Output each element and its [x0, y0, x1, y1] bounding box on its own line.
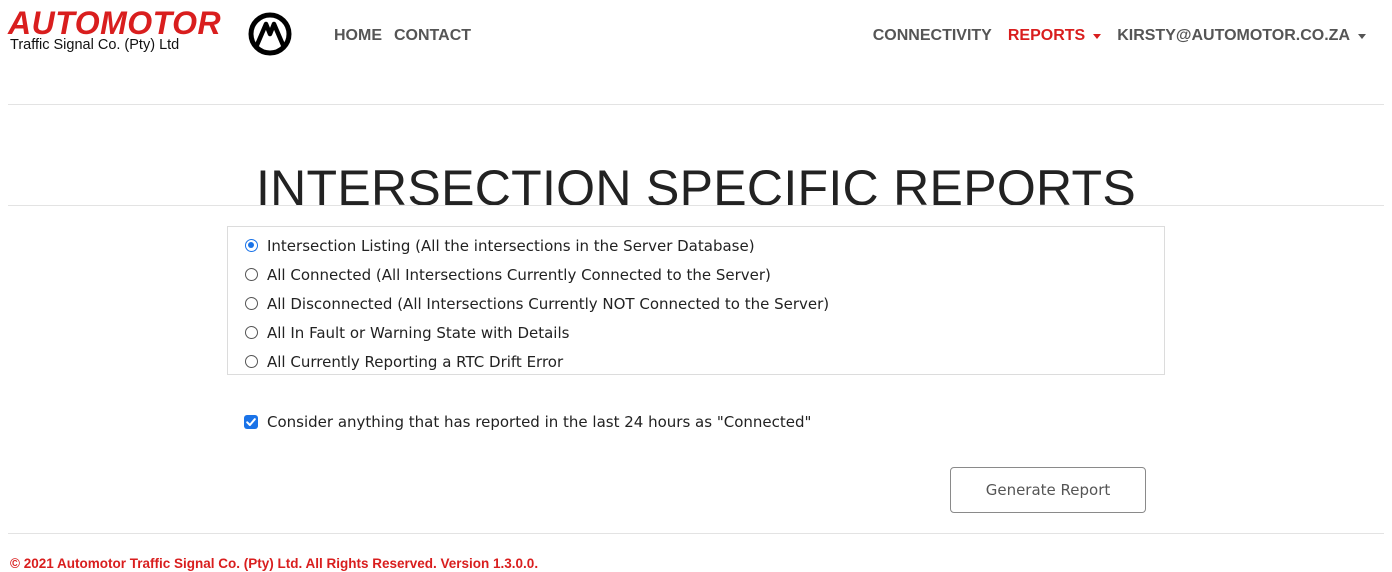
chevron-down-icon — [1093, 34, 1102, 39]
nav-home[interactable]: HOME — [334, 27, 382, 45]
chevron-down-icon — [1358, 34, 1366, 39]
radio-button-selected[interactable] — [245, 239, 258, 252]
radio-button[interactable] — [245, 297, 258, 310]
page-title: INTERSECTION SPECIFIC REPORTS — [255, 159, 1137, 216]
consider-connected-option[interactable]: Consider anything that has reported in t… — [244, 413, 811, 431]
nav-reports-label: REPORTS — [1007, 27, 1086, 44]
report-option-intersection-listing[interactable]: Intersection Listing (All the intersecti… — [228, 231, 1164, 260]
report-option-rtc-drift[interactable]: All Currently Reporting a RTC Drift Erro… — [228, 347, 1164, 376]
report-option-all-disconnected[interactable]: All Disconnected (All Intersections Curr… — [228, 289, 1164, 318]
nav-connectivity[interactable]: CONNECTIVITY — [873, 27, 992, 45]
nav-right: CONNECTIVITY REPORTS KIRSTY@AUTOMOTOR.CO… — [873, 27, 1366, 45]
checkmark-icon — [246, 418, 256, 426]
navbar: AUTOMOTOR Traffic Signal Co. (Pty) Ltd H… — [0, 0, 1392, 70]
title-divider — [8, 205, 1384, 206]
nav-reports-dropdown[interactable]: REPORTS — [1007, 27, 1102, 45]
footer-divider — [8, 533, 1384, 534]
radio-button[interactable] — [245, 355, 258, 368]
generate-report-button[interactable]: Generate Report — [950, 467, 1146, 513]
report-option-label: Intersection Listing (All the intersecti… — [267, 236, 755, 255]
report-option-label: All Disconnected (All Intersections Curr… — [267, 294, 830, 313]
automotor-emblem-icon — [248, 12, 292, 56]
report-option-all-connected[interactable]: All Connected (All Intersections Current… — [228, 260, 1164, 289]
report-option-label: All Connected (All Intersections Current… — [267, 265, 771, 284]
radio-button[interactable] — [245, 326, 258, 339]
brand-subtitle: Traffic Signal Co. (Pty) Ltd — [10, 37, 180, 53]
header-divider — [8, 104, 1384, 105]
report-option-fault-warning[interactable]: All In Fault or Warning State with Detai… — [228, 318, 1164, 347]
nav-contact[interactable]: CONTACT — [394, 27, 471, 45]
report-options-group: Intersection Listing (All the intersecti… — [227, 226, 1165, 375]
radio-button[interactable] — [245, 268, 258, 281]
consider-connected-label: Consider anything that has reported in t… — [267, 413, 812, 431]
brand-logo[interactable]: AUTOMOTOR Traffic Signal Co. (Pty) Ltd — [8, 7, 298, 67]
report-option-label: All In Fault or Warning State with Detai… — [267, 323, 570, 342]
report-option-label: All Currently Reporting a RTC Drift Erro… — [267, 352, 564, 371]
consider-connected-checkbox[interactable] — [244, 415, 258, 429]
nav-user-label: KIRSTY@AUTOMOTOR.CO.ZA — [1117, 27, 1350, 44]
brand-wordmark: AUTOMOTOR — [8, 5, 222, 41]
nav-left: HOME CONTACT — [334, 27, 471, 45]
footer-copyright: © 2021 Automotor Traffic Signal Co. (Pty… — [10, 556, 539, 571]
nav-user-dropdown[interactable]: KIRSTY@AUTOMOTOR.CO.ZA — [1117, 27, 1366, 45]
